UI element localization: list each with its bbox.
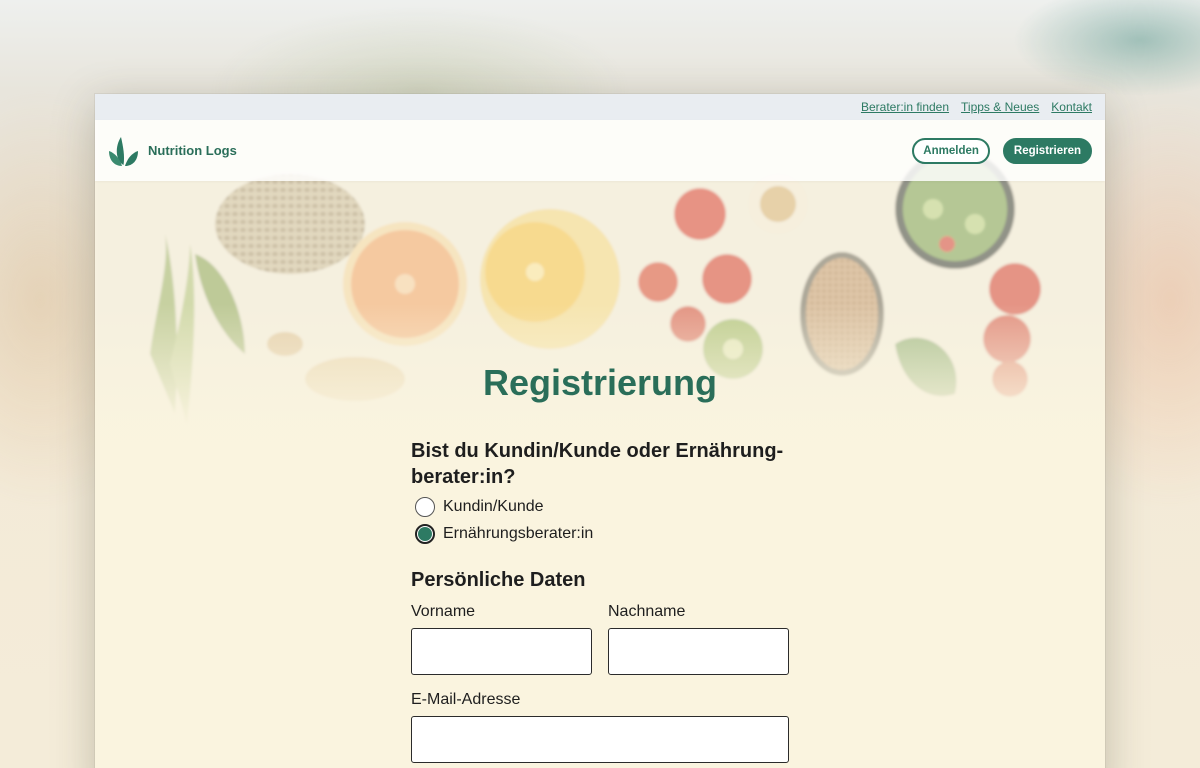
email-input[interactable] [411, 716, 789, 763]
last-name-label: Nachname [608, 603, 686, 620]
personal-data-heading: Persönliche Daten [411, 569, 586, 591]
login-button[interactable]: Anmelden [912, 137, 990, 164]
radio-customer-label: Kundin/Kunde [443, 497, 544, 515]
browser-window: Berater:in finden Tipps & Neues Kontakt … [95, 94, 1105, 768]
brand-logo[interactable]: Nutrition Logs [108, 134, 237, 168]
radio-customer[interactable] [415, 496, 435, 517]
first-name-label: Vorname [411, 603, 476, 620]
registration-form: Bist du Kundin/Kunde oder Ernährung-bera… [411, 438, 791, 763]
first-name-input[interactable] [411, 628, 592, 675]
role-question: Bist du Kundin/Kunde oder Ernährung-bera… [411, 440, 784, 488]
radio-advisor-label: Ernährungsberater:in [443, 524, 594, 542]
main-navbar: Nutrition Logs Anmelden Registrieren [95, 120, 1105, 181]
brand-name: Nutrition Logs [148, 143, 237, 158]
role-option-advisor[interactable]: Ernährungsberater:in [411, 523, 791, 544]
register-button[interactable]: Registrieren [1002, 137, 1092, 164]
email-label: E-Mail-Adresse [411, 691, 521, 708]
link-tips-news[interactable]: Tipps & Neues [961, 100, 1039, 114]
link-find-advisor[interactable]: Berater:in finden [861, 100, 949, 114]
last-name-input[interactable] [608, 628, 789, 675]
utility-bar: Berater:in finden Tipps & Neues Kontakt [95, 94, 1105, 120]
radio-advisor[interactable] [415, 523, 435, 544]
role-option-customer[interactable]: Kundin/Kunde [411, 496, 791, 517]
leaf-logo-icon [109, 136, 138, 166]
link-contact[interactable]: Kontakt [1051, 100, 1092, 114]
page-title: Registrierung [482, 362, 718, 403]
